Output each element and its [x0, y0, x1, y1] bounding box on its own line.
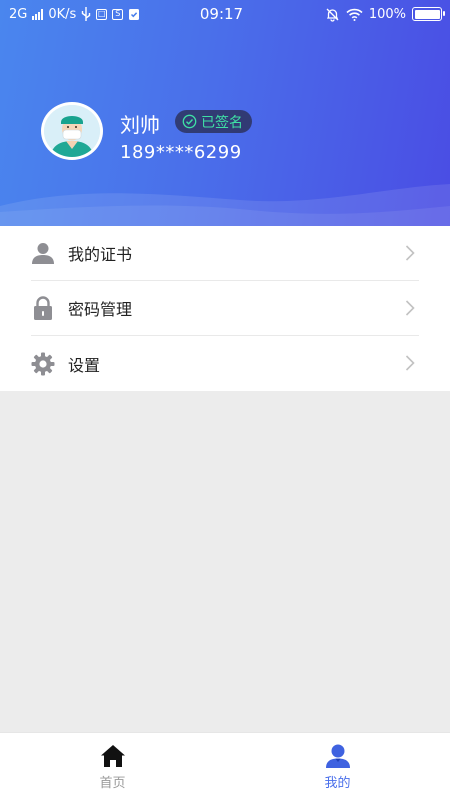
tab-home[interactable]: 首页	[0, 733, 225, 800]
usb-icon	[82, 7, 91, 21]
menu-item-label: 设置	[68, 355, 101, 375]
bottom-tab-bar: 首页 我的	[0, 732, 450, 800]
menu-item-password[interactable]: 密码管理	[31, 281, 419, 336]
header-wave-decoration	[0, 184, 450, 226]
lock-icon	[34, 296, 52, 320]
sync-notification-icon: S	[112, 8, 124, 20]
user-name: 刘帅	[120, 113, 160, 137]
battery-percent: 100%	[368, 6, 406, 22]
menu-item-settings[interactable]: 设置	[31, 336, 419, 391]
chevron-right-icon	[405, 300, 415, 316]
network-speed: 0K/s	[48, 6, 77, 22]
app-notification-icon: □	[96, 8, 108, 20]
signed-status-badge: 已签名	[175, 110, 252, 133]
menu-item-label: 密码管理	[68, 300, 133, 319]
tab-home-label: 首页	[99, 776, 126, 791]
menu-item-certificates[interactable]: 我的证书	[31, 226, 419, 281]
status-time: 09:17	[199, 5, 244, 23]
tab-mine-label: 我的	[324, 776, 351, 791]
doctor-avatar-icon	[44, 105, 100, 157]
user-icon	[325, 744, 350, 768]
chevron-right-icon	[405, 245, 415, 261]
profile-header: 2G 0K/s □ S 09:17 100% 刘帅 已签名 189****629…	[0, 0, 450, 226]
avatar[interactable]	[41, 102, 103, 160]
profile-menu: 我的证书 密码管理 设置	[0, 226, 450, 391]
clipboard-check-icon	[129, 8, 140, 20]
battery-icon	[412, 7, 445, 21]
menu-item-label: 我的证书	[68, 245, 133, 264]
user-phone: 189****6299	[120, 142, 242, 163]
alarm-off-icon	[326, 8, 339, 22]
status-bar: 2G 0K/s □ S 09:17 100%	[0, 0, 450, 28]
network-type: 2G	[9, 6, 28, 22]
tab-mine[interactable]: 我的	[225, 733, 450, 800]
check-circle-icon	[182, 114, 197, 129]
home-icon	[100, 745, 125, 767]
chevron-right-icon	[405, 355, 415, 371]
signed-status-label: 已签名	[201, 114, 243, 131]
gear-icon	[31, 352, 55, 375]
wifi-icon	[346, 8, 363, 21]
signal-icon	[32, 8, 44, 20]
person-icon	[32, 243, 54, 264]
